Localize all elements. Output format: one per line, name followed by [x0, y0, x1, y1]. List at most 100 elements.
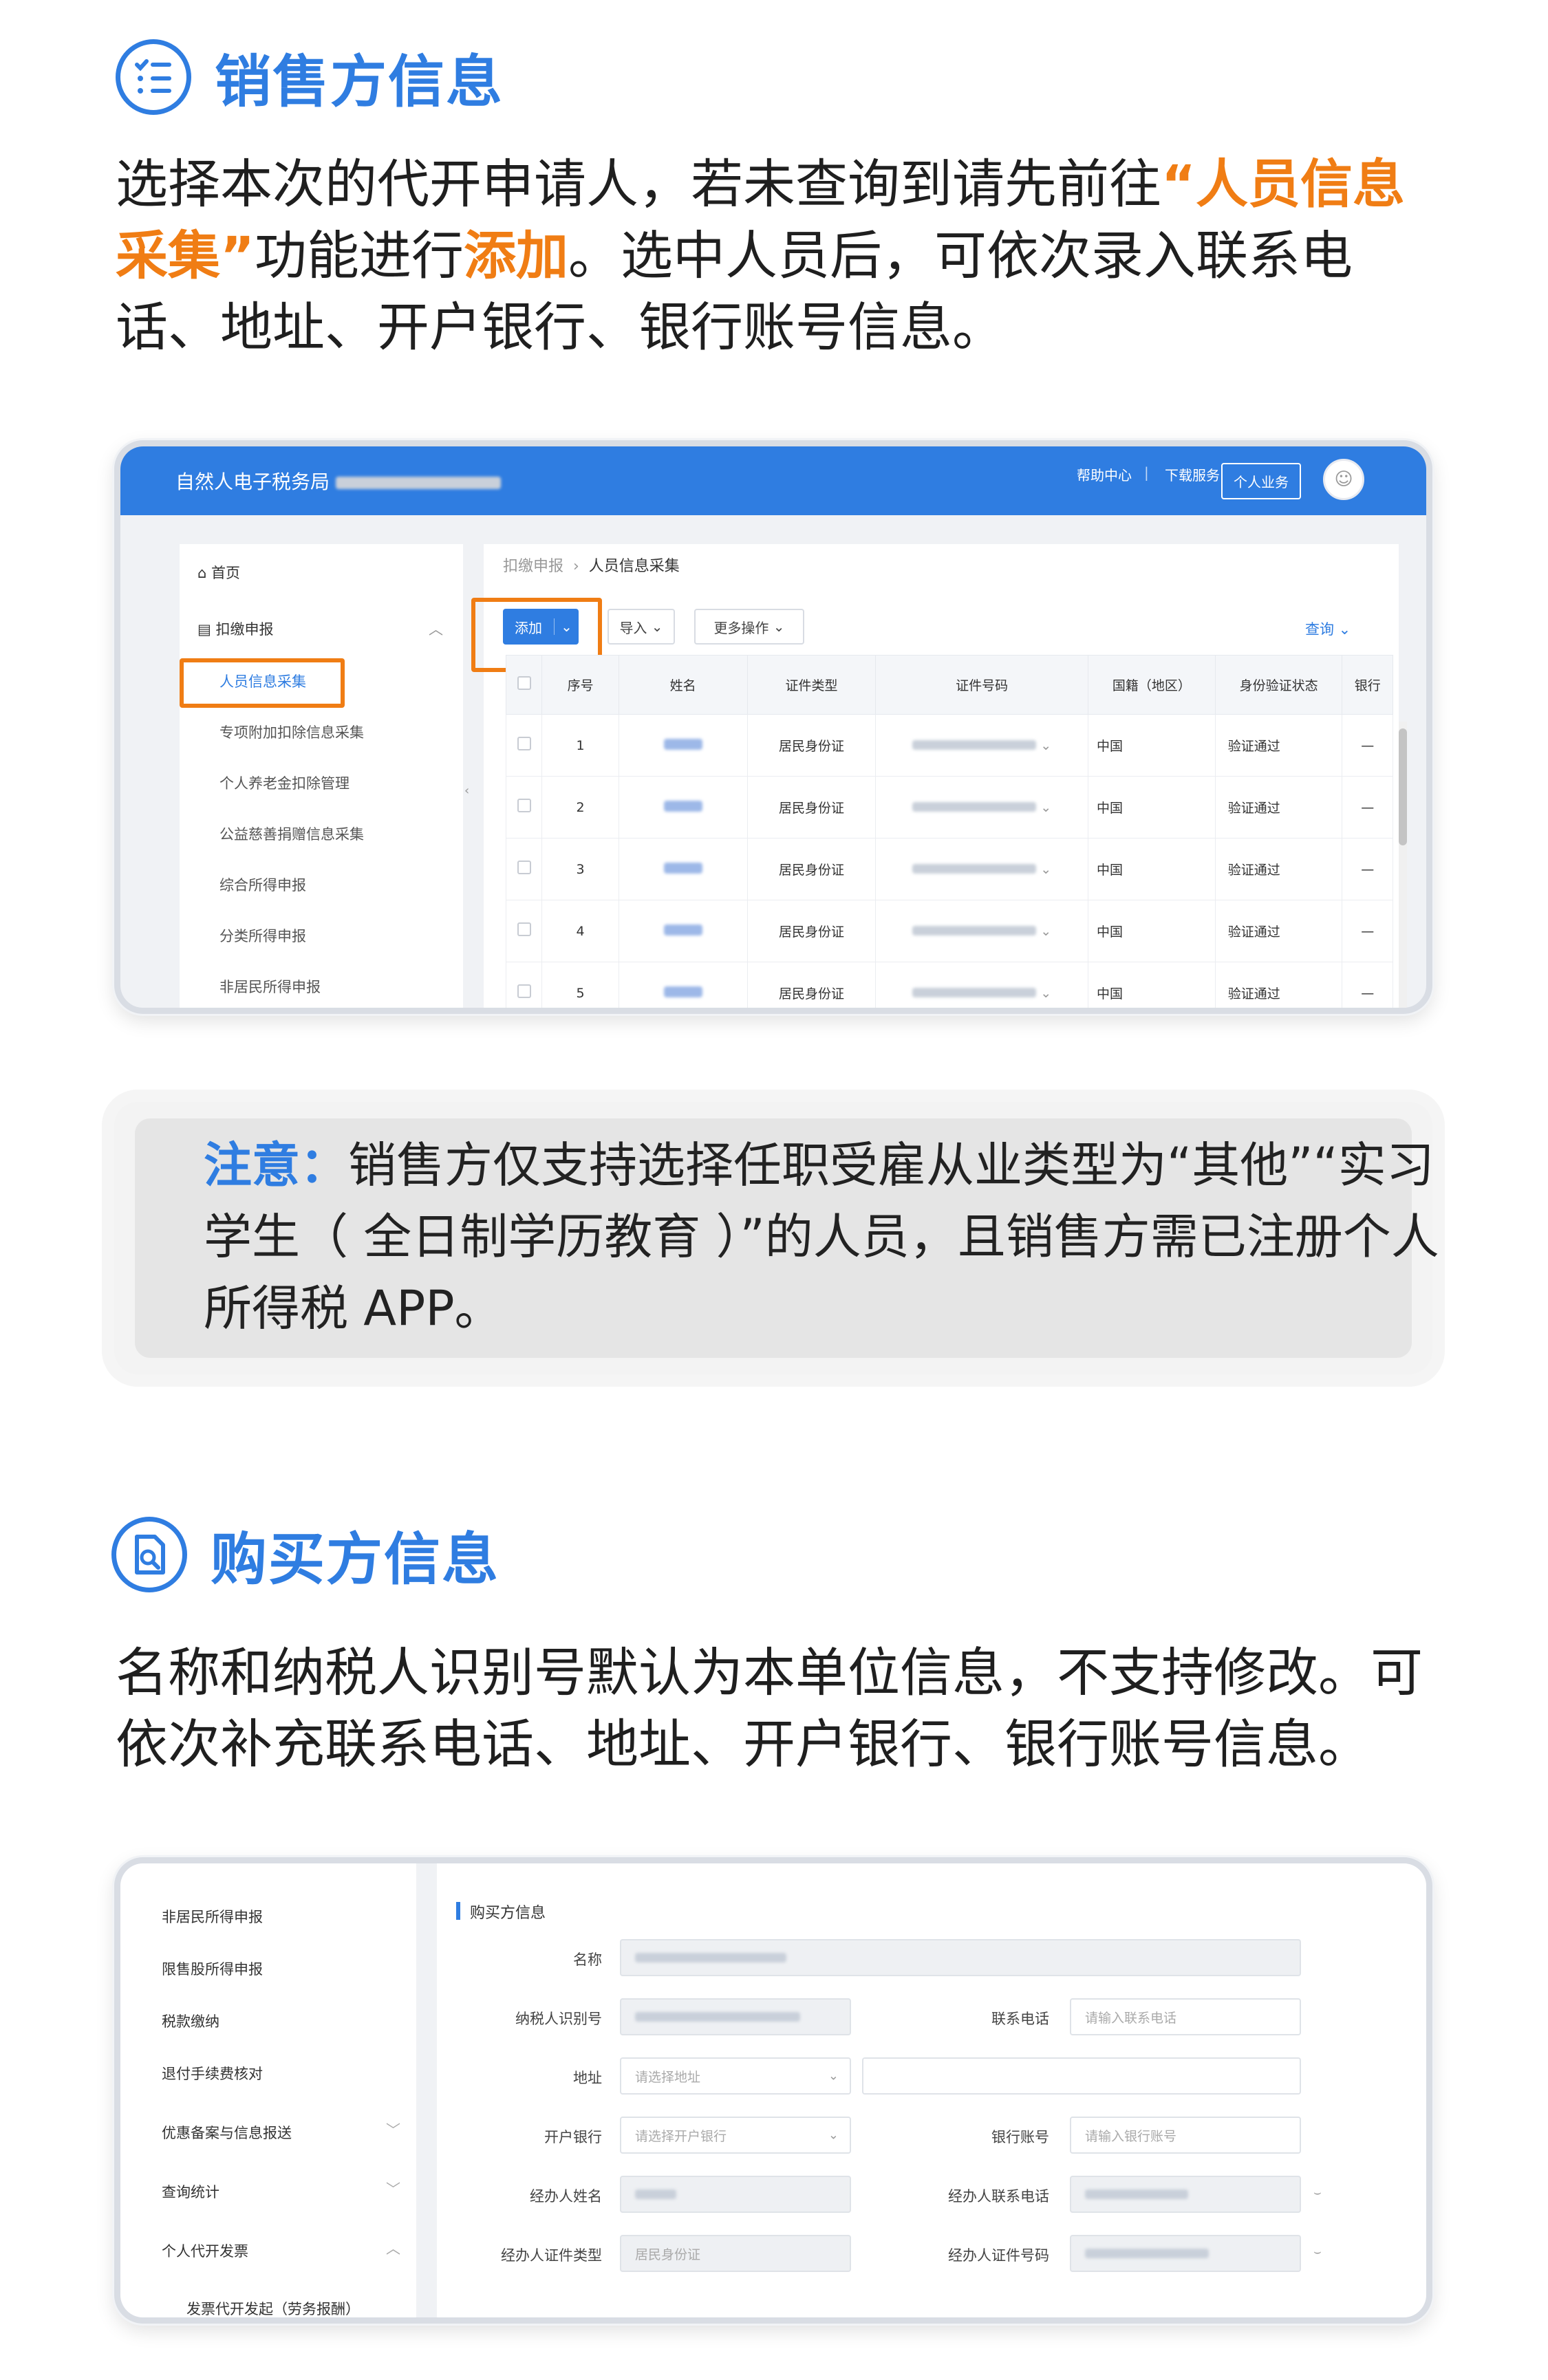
table-scrollbar[interactable]: [1399, 722, 1407, 1008]
sidebar-item-restricted-stock[interactable]: 限售股所得申报: [162, 1958, 263, 1979]
highlight-personnel-item: [180, 658, 345, 708]
label-bank: 开户银行: [544, 2129, 602, 2145]
document-icon: ▤: [197, 621, 211, 638]
name-field: [620, 1939, 1301, 1976]
sidebar-item-nonresident[interactable]: 非居民所得申报: [219, 976, 321, 997]
account-input[interactable]: 请输入银行账号: [1070, 2117, 1301, 2154]
table-row[interactable]: 5 居民身份证 ⌄ 中国 验证通过 —: [505, 962, 1393, 1008]
agent-id-type-field: 居民身份证: [620, 2235, 851, 2272]
query-toggle[interactable]: 查询 ⌄: [1305, 618, 1351, 639]
select-all-checkbox[interactable]: [505, 655, 543, 715]
document-search-icon: [111, 1516, 187, 1592]
row-checkbox[interactable]: [517, 861, 531, 874]
download-link[interactable]: 下载服务: [1165, 464, 1220, 484]
address-detail-input[interactable]: [862, 2057, 1301, 2095]
buyer-form-screenshot: 非居民所得申报 限售股所得申报 税款缴纳 退付手续费核对 优惠备案与信息报送 ﹀…: [114, 1857, 1432, 2324]
table-row[interactable]: 3 居民身份证 ⌄ 中国 验证通过 —: [505, 838, 1393, 900]
import-button[interactable]: 导入 ⌄: [608, 609, 675, 645]
chevron-up-icon[interactable]: ︿: [386, 2238, 400, 2258]
label-agent-id-no: 经办人证件号码: [948, 2247, 1049, 2264]
sidebar-item-query-stats[interactable]: 查询统计: [162, 2181, 219, 2202]
table-header: 序号 姓名 证件类型 证件号码 国籍（地区） 身份验证状态 银行: [505, 655, 1393, 715]
buyer-section-header: 购买方信息: [111, 1513, 499, 1595]
blurred-id: [912, 801, 1037, 812]
row-checkbox[interactable]: [517, 737, 531, 750]
form-panel: 购买方信息 名称 纳税人识别号 联系电话 请输入联系电话 地址 请选择地址 ⌄ 开…: [437, 1863, 1426, 2317]
label-tax-id: 纳税人识别号: [515, 2011, 602, 2027]
label-account: 银行账号: [991, 2129, 1049, 2145]
collapse-sidebar-icon[interactable]: ‹: [464, 783, 469, 798]
avatar[interactable]: ☺: [1323, 459, 1364, 500]
personnel-screenshot: 自然人电子税务局 帮助中心 | 下载服务 个人业务 ☺ ⌂ 首页 ▤ 扣缴申报 …: [114, 440, 1432, 1014]
form-title: 购买方信息: [470, 1905, 546, 1922]
label-address: 地址: [573, 2070, 602, 2086]
blurred-name: [663, 862, 702, 874]
chevron-up-icon[interactable]: ︿: [429, 618, 443, 639]
row-checkbox[interactable]: [517, 799, 531, 812]
notice-label: 注意：: [204, 1137, 348, 1193]
bank-select[interactable]: 请选择开户银行 ⌄: [620, 2117, 851, 2154]
sidebar-item-pension[interactable]: 个人养老金扣除管理: [219, 772, 350, 793]
chevron-down-icon[interactable]: ﹀: [386, 2178, 400, 2199]
label-agent-name: 经办人姓名: [530, 2188, 602, 2205]
blurred-id: [912, 863, 1037, 874]
sidebar-item-withholding[interactable]: ▤ 扣缴申报: [197, 618, 274, 639]
label-agent-id-type: 经办人证件类型: [501, 2247, 602, 2264]
breadcrumb: 扣缴申报 › 人员信息采集: [503, 558, 680, 575]
more-actions-button[interactable]: 更多操作 ⌄: [694, 609, 804, 645]
blurred-name: [663, 738, 702, 750]
notice-box: 注意：销售方仅支持选择任职受雇从业类型为“其他”“实习学生（ 全日制学历教育 ）…: [114, 1102, 1439, 1374]
sidebar-item-donation[interactable]: 公益慈善捐赠信息采集: [219, 823, 364, 844]
row-checkbox[interactable]: [517, 984, 531, 998]
sidebar: 非居民所得申报 限售股所得申报 税款缴纳 退付手续费核对 优惠备案与信息报送 ﹀…: [120, 1863, 416, 2317]
sidebar-item-preferential[interactable]: 优惠备案与信息报送: [162, 2122, 292, 2143]
eye-toggle-icon[interactable]: ⌣: [1313, 2185, 1322, 2200]
breadcrumb-parent[interactable]: 扣缴申报: [503, 558, 563, 575]
sidebar-item-classified[interactable]: 分类所得申报: [219, 925, 306, 946]
col-status: 身份验证状态: [1214, 655, 1343, 715]
sidebar-item-nonresident[interactable]: 非居民所得申报: [162, 1906, 263, 1927]
personal-business-button[interactable]: 个人业务: [1221, 463, 1301, 499]
sidebar-item-fee-refund[interactable]: 退付手续费核对: [162, 2063, 263, 2084]
help-link[interactable]: 帮助中心: [1077, 464, 1132, 484]
col-no: 序号: [541, 655, 619, 715]
scrollbar-thumb[interactable]: [1399, 728, 1407, 845]
blurred-id: [912, 925, 1037, 935]
phone-input[interactable]: 请输入联系电话: [1070, 1998, 1301, 2035]
col-id-no: 证件号码: [875, 655, 1088, 715]
col-bank: 银行: [1342, 655, 1393, 715]
agent-phone-field: [1070, 2176, 1301, 2213]
label-agent-phone: 经办人联系电话: [948, 2188, 1049, 2205]
chevron-down-icon: ⌄: [828, 2128, 839, 2143]
label-name: 名称: [573, 1951, 602, 1968]
tax-id-field: [620, 1998, 851, 2035]
brand: 自然人电子税务局: [175, 467, 501, 495]
chevron-down-icon[interactable]: ﹀: [386, 2119, 400, 2140]
home-icon: ⌂: [197, 565, 207, 581]
row-checkbox[interactable]: [517, 922, 531, 936]
blurred-name: [663, 986, 702, 997]
address-select[interactable]: 请选择地址 ⌄: [620, 2057, 851, 2095]
divider: |: [1144, 464, 1149, 481]
eye-toggle-icon[interactable]: ⌣: [1313, 2244, 1322, 2259]
sidebar-item-invoice-initiate[interactable]: 发票代开发起（劳务报酬）: [186, 2298, 360, 2317]
agent-name-field: [620, 2176, 851, 2213]
personnel-table: 序号 姓名 证件类型 证件号码 国籍（地区） 身份验证状态 银行 1 居民身份证…: [505, 655, 1393, 1008]
sidebar-item-tax-payment[interactable]: 税款缴纳: [162, 2011, 219, 2031]
agent-id-no-field: [1070, 2235, 1301, 2272]
section-marker: [456, 1902, 460, 1920]
sidebar-item-home[interactable]: ⌂ 首页: [197, 562, 240, 583]
table-row[interactable]: 4 居民身份证 ⌄ 中国 验证通过 —: [505, 900, 1393, 962]
blurred-value: [635, 2189, 676, 2199]
blurred-org: [335, 477, 501, 489]
sidebar-item-comprehensive[interactable]: 综合所得申报: [219, 874, 306, 895]
sidebar-item-special-deduction[interactable]: 专项附加扣除信息采集: [219, 722, 364, 742]
chevron-down-icon: ⌄: [828, 2068, 839, 2084]
breadcrumb-current: 人员信息采集: [588, 558, 680, 575]
blurred-name: [663, 924, 702, 935]
table-row[interactable]: 2 居民身份证 ⌄ 中国 验证通过 —: [505, 776, 1393, 839]
table-row[interactable]: 1 居民身份证 ⌄ 中国 验证通过 —: [505, 714, 1393, 777]
label-phone: 联系电话: [991, 2011, 1049, 2027]
sidebar-item-personal-invoice[interactable]: 个人代开发票: [162, 2240, 248, 2261]
blurred-value: [635, 1953, 786, 1962]
